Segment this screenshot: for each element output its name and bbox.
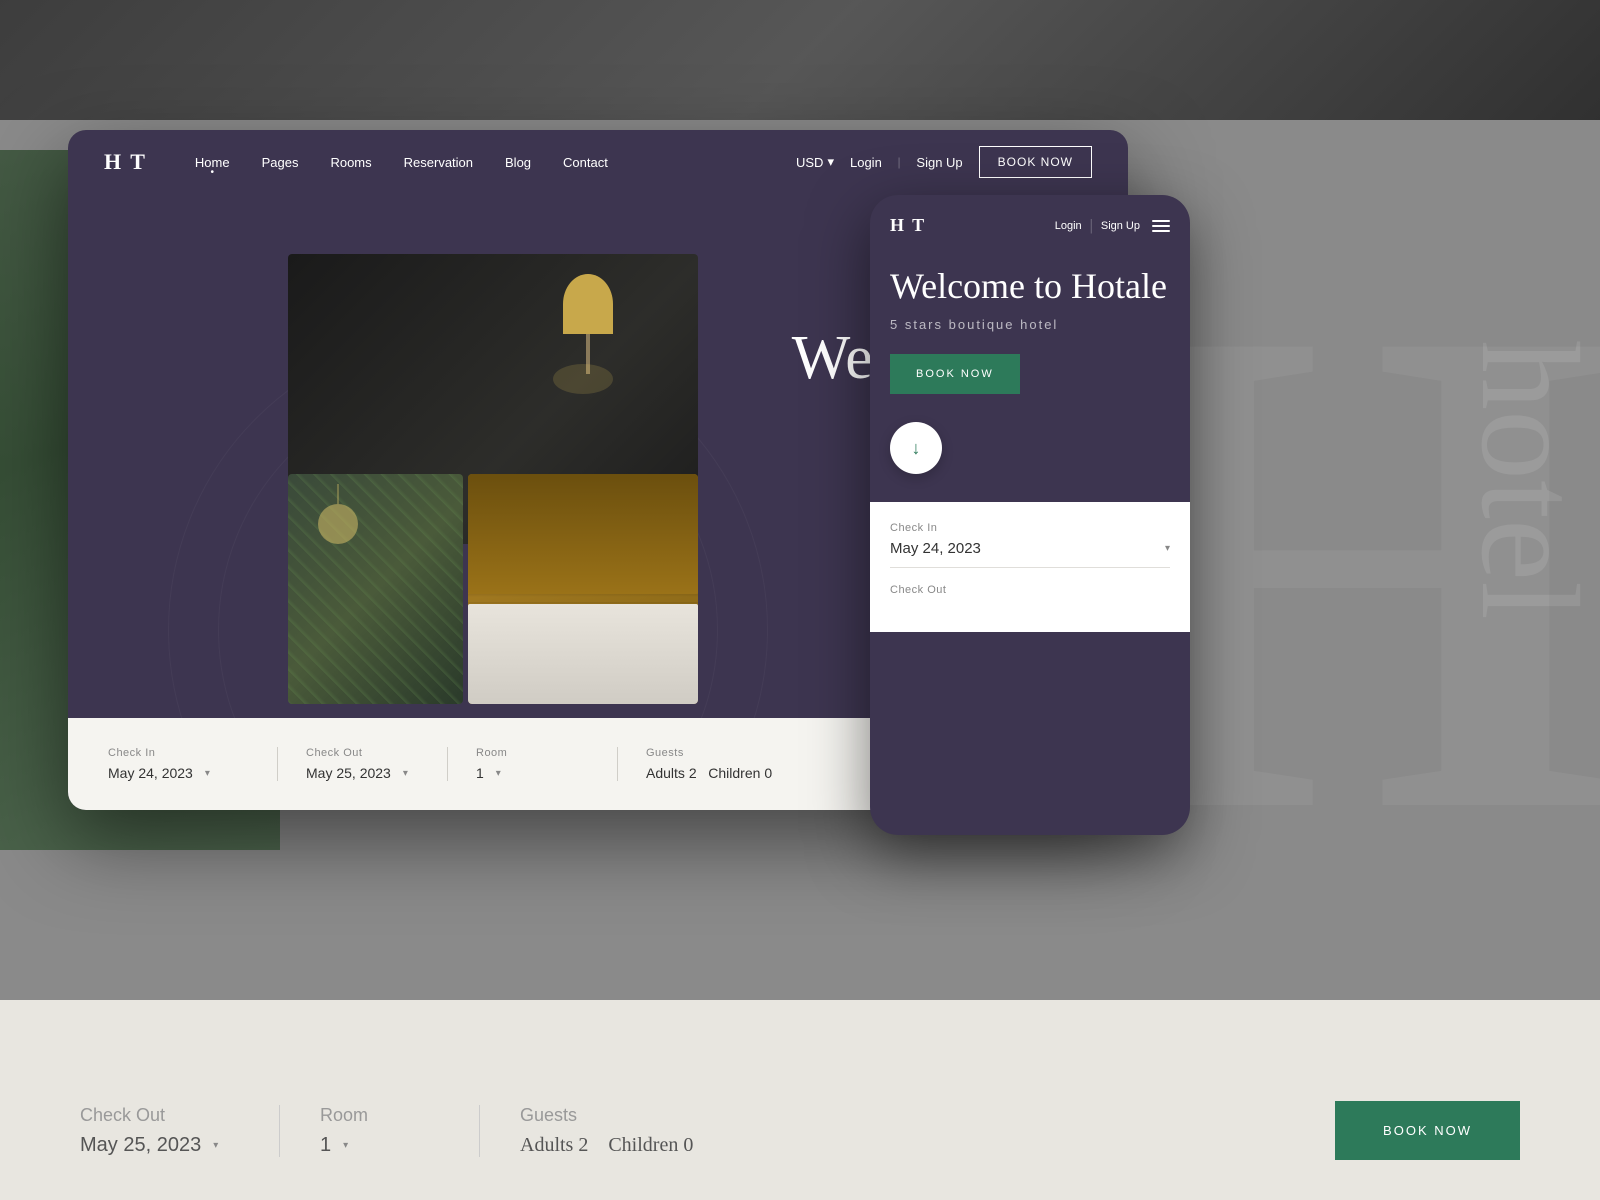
pendant-lamp bbox=[318, 484, 358, 544]
checkout-value[interactable]: May 25, 2023 ▾ bbox=[306, 765, 419, 781]
lamp-decoration bbox=[558, 274, 618, 394]
bed-linens bbox=[468, 604, 698, 704]
nav-link-rooms[interactable]: Rooms bbox=[330, 155, 371, 170]
bottom-booking-bar: Check Out May 25, 2023 ▾ Room 1 ▾ Guests… bbox=[0, 1000, 1600, 1200]
checkout-label: Check Out bbox=[306, 747, 419, 759]
checkout-dropdown-arrow: ▾ bbox=[403, 768, 408, 779]
checkin-label: Check In bbox=[108, 747, 249, 759]
bottom-guests-value[interactable]: Adults 2 Children 0 bbox=[520, 1134, 693, 1157]
desktop-nav-links: Home Pages Rooms Reservation Blog Contac… bbox=[195, 155, 796, 170]
mobile-checkin-field: Check In May 24, 2023 ▾ bbox=[890, 522, 1170, 568]
mobile-checkin-value[interactable]: May 24, 2023 ▾ bbox=[890, 540, 1170, 568]
bottom-room-label: Room bbox=[320, 1105, 439, 1126]
desktop-nav-right: USD ▾ Login | Sign Up BOOK NOW bbox=[796, 146, 1092, 178]
mobile-checkin-label: Check In bbox=[890, 522, 1170, 534]
nav-login-link[interactable]: Login bbox=[850, 155, 882, 170]
desktop-logo: H T bbox=[104, 149, 147, 175]
nav-link-blog[interactable]: Blog bbox=[505, 155, 531, 170]
mobile-book-button[interactable]: BOOK NOW bbox=[890, 354, 1020, 394]
desktop-nav-book-button[interactable]: BOOK NOW bbox=[979, 146, 1092, 178]
room-field: Room 1 ▾ bbox=[448, 747, 618, 781]
nav-link-reservation[interactable]: Reservation bbox=[404, 155, 473, 170]
room-image-wood bbox=[468, 474, 698, 704]
mobile-hamburger-menu[interactable] bbox=[1152, 220, 1170, 232]
hamburger-line-2 bbox=[1152, 225, 1170, 227]
guests-label: Guests bbox=[646, 747, 772, 759]
bottom-book-button[interactable]: BOOK NOW bbox=[1335, 1101, 1520, 1160]
mobile-scroll-down-button[interactable]: ↓ bbox=[890, 422, 942, 474]
hamburger-line-1 bbox=[1152, 220, 1170, 222]
mobile-hero: Welcome to Hotale 5 stars boutique hotel… bbox=[870, 246, 1190, 394]
mobile-logo: H T bbox=[890, 215, 1055, 236]
checkin-value[interactable]: May 24, 2023 ▾ bbox=[108, 765, 249, 781]
bottom-room-value[interactable]: 1 ▾ bbox=[320, 1134, 439, 1157]
mobile-nav-divider: | bbox=[1090, 217, 1093, 235]
currency-selector[interactable]: USD ▾ bbox=[796, 154, 834, 170]
nav-divider: | bbox=[898, 154, 901, 170]
checkin-dropdown-arrow: ▾ bbox=[205, 768, 210, 779]
mobile-signup-link[interactable]: Sign Up bbox=[1101, 220, 1140, 232]
bottom-room-arrow: ▾ bbox=[343, 1140, 348, 1151]
room-image-botanical bbox=[288, 474, 463, 704]
room-label: Room bbox=[476, 747, 589, 759]
pendant-cord bbox=[337, 484, 339, 504]
mobile-hero-subtitle: 5 stars boutique hotel bbox=[890, 317, 1170, 332]
checkout-field: Check Out May 25, 2023 ▾ bbox=[278, 747, 448, 781]
bottom-checkout-label: Check Out bbox=[80, 1105, 239, 1126]
guests-field: Guests Adults 2 Children 0 bbox=[618, 747, 800, 781]
room-value[interactable]: 1 ▾ bbox=[476, 765, 589, 781]
mobile-checkin-arrow: ▾ bbox=[1165, 543, 1170, 554]
pendant-head bbox=[318, 504, 358, 544]
bg-top-image bbox=[0, 0, 1600, 120]
mobile-login-link[interactable]: Login bbox=[1055, 220, 1082, 232]
bottom-guests-field: Guests Adults 2 Children 0 bbox=[480, 1105, 733, 1157]
scroll-down-icon: ↓ bbox=[912, 438, 921, 459]
wood-headboard bbox=[468, 474, 698, 594]
guests-value[interactable]: Adults 2 Children 0 bbox=[646, 765, 772, 781]
bottom-checkout-field: Check Out May 25, 2023 ▾ bbox=[80, 1105, 280, 1157]
hamburger-line-3 bbox=[1152, 230, 1170, 232]
botanical-pattern bbox=[288, 474, 463, 704]
mobile-nav-links: Login | Sign Up bbox=[1055, 217, 1140, 235]
bottom-room-field: Room 1 ▾ bbox=[280, 1105, 480, 1157]
mobile-hero-title: Welcome to Hotale bbox=[890, 266, 1170, 307]
bottom-checkout-arrow: ▾ bbox=[213, 1140, 218, 1151]
mobile-navbar: H T Login | Sign Up bbox=[870, 195, 1190, 246]
mobile-booking-section: Check In May 24, 2023 ▾ Check Out bbox=[870, 502, 1190, 632]
mobile-checkout-field: Check Out bbox=[890, 584, 1170, 596]
nav-link-home[interactable]: Home bbox=[195, 155, 230, 170]
room-dropdown-arrow: ▾ bbox=[496, 768, 501, 779]
desktop-navbar: H T Home Pages Rooms Reservation Blog Co… bbox=[68, 130, 1128, 194]
bottom-guests-label: Guests bbox=[520, 1105, 693, 1126]
bottom-bar-content: Check Out May 25, 2023 ▾ Room 1 ▾ Guests… bbox=[0, 1101, 1600, 1200]
nav-signup-link[interactable]: Sign Up bbox=[916, 155, 962, 170]
lamp-head bbox=[563, 274, 613, 334]
nav-link-contact[interactable]: Contact bbox=[563, 155, 608, 170]
bottom-checkout-value[interactable]: May 25, 2023 ▾ bbox=[80, 1134, 239, 1157]
mobile-mockup: H T Login | Sign Up Welcome to Hotale 5 … bbox=[870, 195, 1190, 835]
lamp-light bbox=[553, 364, 613, 394]
checkin-field: Check In May 24, 2023 ▾ bbox=[108, 747, 278, 781]
nav-link-pages[interactable]: Pages bbox=[262, 155, 299, 170]
mobile-checkout-label: Check Out bbox=[890, 584, 1170, 596]
